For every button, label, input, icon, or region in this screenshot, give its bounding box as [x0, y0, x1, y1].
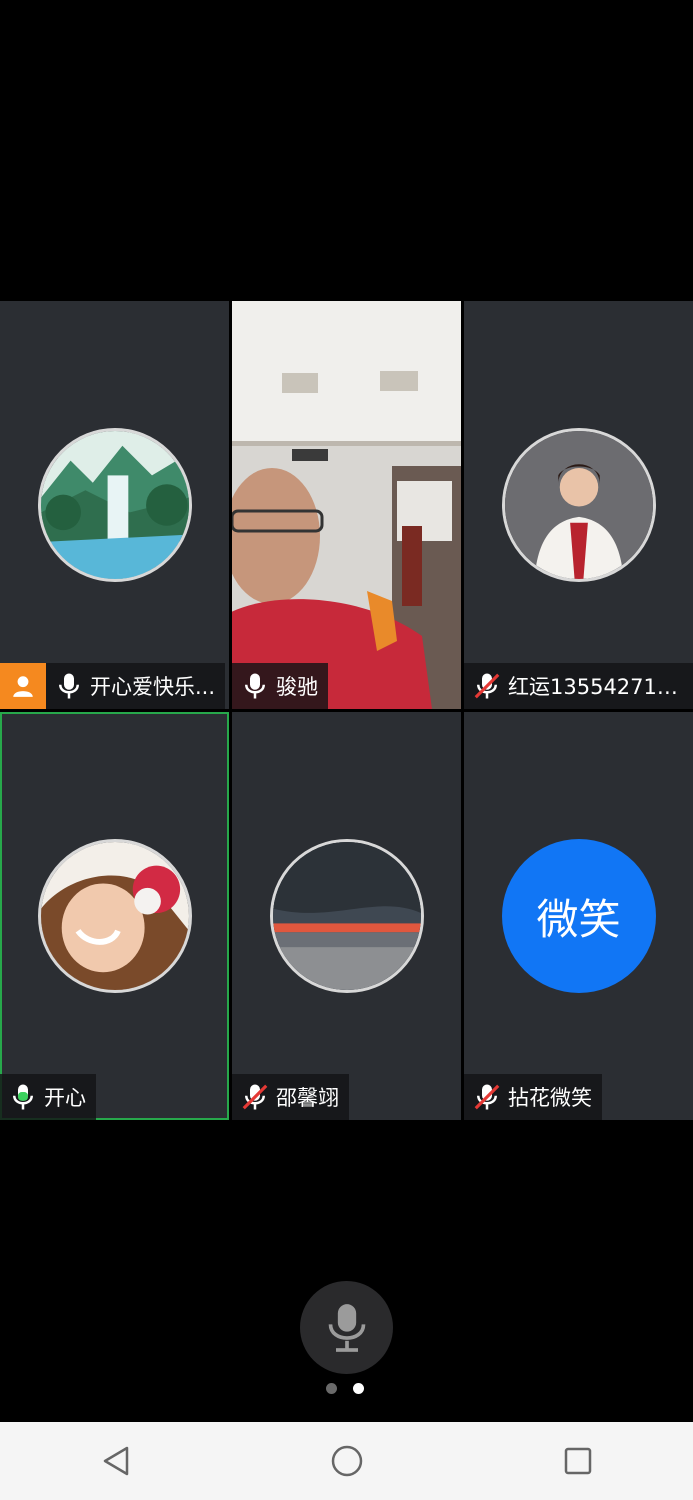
participant-namebar: 开心 — [0, 1074, 96, 1120]
participant-tile[interactable]: 开心爱快乐... — [0, 301, 229, 709]
page-dot[interactable] — [326, 1383, 337, 1394]
participant-namebar: 骏驰 — [232, 663, 328, 709]
participant-name: 开心爱快乐... — [90, 675, 216, 699]
microphone-muted-icon — [242, 1084, 268, 1110]
avatar — [269, 839, 424, 993]
home-button[interactable] — [317, 1431, 377, 1491]
mute-button[interactable] — [300, 1281, 393, 1374]
participant-namebar: 拈花微笑 — [464, 1074, 602, 1120]
page-indicator — [326, 1383, 364, 1394]
microphone-icon — [245, 673, 265, 699]
microphone-icon — [59, 673, 79, 699]
participant-name: 骏驰 — [276, 675, 318, 699]
participant-name: 开心 — [44, 1086, 86, 1110]
recents-square-icon — [564, 1447, 591, 1475]
recents-button[interactable] — [548, 1431, 608, 1491]
system-navbar — [0, 1422, 693, 1500]
home-circle-icon — [331, 1445, 362, 1477]
back-triangle-icon — [103, 1446, 128, 1476]
meeting-screen: 开心爱快乐... 骏驰 红运135542714... 开心 邵馨翊 微笑 拈花微… — [0, 0, 693, 1500]
microphone-muted-icon — [474, 1084, 500, 1110]
participant-tile-active[interactable]: 开心 — [0, 712, 229, 1120]
microphone-icon — [328, 1303, 365, 1352]
participant-name: 拈花微笑 — [508, 1086, 592, 1110]
back-button[interactable] — [86, 1431, 146, 1491]
avatar: 微笑 — [501, 839, 656, 993]
video-feed — [232, 301, 461, 709]
microphone-muted-icon — [474, 673, 500, 699]
participant-grid: 开心爱快乐... 骏驰 红运135542714... 开心 邵馨翊 微笑 拈花微… — [0, 301, 693, 1121]
microphone-speaking-icon — [13, 1084, 33, 1110]
participant-name: 红运135542714... — [508, 675, 683, 699]
avatar — [37, 839, 192, 993]
participant-namebar: 开心爱快乐... — [0, 663, 226, 709]
avatar — [501, 428, 656, 582]
participant-video-tile[interactable]: 骏驰 — [232, 301, 461, 709]
host-icon — [0, 663, 46, 709]
participant-tile[interactable]: 红运135542714... — [464, 301, 693, 709]
avatar — [37, 428, 192, 582]
participant-namebar: 邵馨翊 — [232, 1074, 349, 1120]
participant-tile[interactable]: 邵馨翊 — [232, 712, 461, 1120]
participant-name: 邵馨翊 — [276, 1086, 339, 1110]
page-dot-current[interactable] — [353, 1383, 364, 1394]
participant-namebar: 红运135542714... — [464, 663, 693, 709]
participant-tile[interactable]: 微笑 拈花微笑 — [464, 712, 693, 1120]
